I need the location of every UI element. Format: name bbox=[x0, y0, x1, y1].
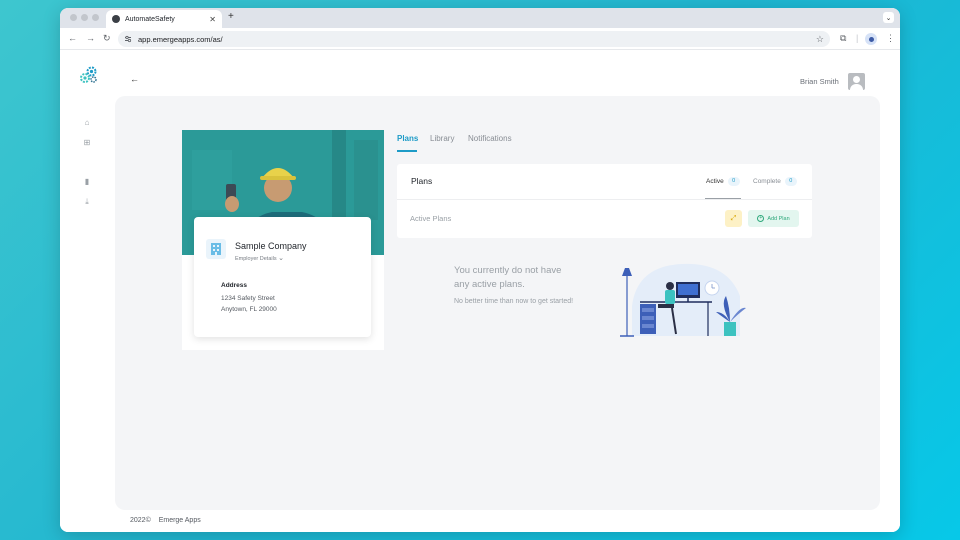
complete-count-badge: 0 bbox=[784, 177, 797, 186]
close-tab-icon[interactable]: ✕ bbox=[209, 15, 216, 24]
tab-title: AutomateSafety bbox=[125, 15, 175, 23]
footer-year: 2022© bbox=[130, 517, 151, 524]
empty-state-illustration bbox=[620, 263, 746, 337]
tab-library[interactable]: Library bbox=[430, 134, 454, 143]
company-card: Sample Company Employer Details ⌄ Addres… bbox=[182, 130, 384, 350]
tab-strip: AutomateSafety ✕ + ⌄ bbox=[60, 8, 900, 28]
dashboard-grid-icon[interactable]: ⊞ bbox=[82, 138, 92, 147]
globe-icon bbox=[112, 15, 120, 23]
status-tab-complete[interactable]: Complete 0 bbox=[753, 177, 797, 186]
active-plans-label: Active Plans bbox=[410, 214, 452, 223]
add-plan-button[interactable]: + Add Plan bbox=[748, 210, 799, 227]
active-count-badge: 0 bbox=[727, 177, 740, 186]
back-arrow-icon[interactable]: ← bbox=[130, 74, 139, 84]
browser-tab[interactable]: AutomateSafety ✕ bbox=[106, 10, 222, 28]
address-line-2: Anytown, FL 29000 bbox=[221, 306, 277, 313]
browser-window: AutomateSafety ✕ + ⌄ ← → ↻ app.emergeapp… bbox=[60, 8, 900, 532]
footer: 2022© Emerge Apps bbox=[130, 517, 207, 524]
new-tab-icon[interactable]: + bbox=[228, 11, 234, 22]
status-tab-active-label: Active bbox=[706, 178, 724, 185]
minimize-window-button[interactable] bbox=[81, 14, 88, 21]
tab-notifications[interactable]: Notifications bbox=[468, 134, 512, 143]
extensions-icon[interactable]: ⧉ bbox=[840, 33, 846, 44]
url-text: app.emergeapps.com/as/ bbox=[138, 34, 223, 44]
reload-icon[interactable]: ↻ bbox=[103, 33, 111, 44]
active-tab-indicator bbox=[397, 150, 417, 152]
company-name: Sample Company bbox=[235, 241, 307, 251]
expand-arrows-icon: ⤢ bbox=[730, 214, 737, 222]
browser-menu-icon[interactable]: ⋮ bbox=[886, 33, 895, 44]
employer-details-toggle[interactable]: Employer Details ⌄ bbox=[235, 254, 284, 262]
maximize-window-button[interactable] bbox=[92, 14, 99, 21]
browser-toolbar: ← → ↻ app.emergeapps.com/as/ ☆ ⧉ | ⋮ bbox=[60, 28, 900, 50]
address-bar[interactable]: app.emergeapps.com/as/ ☆ bbox=[118, 31, 830, 47]
site-settings-icon[interactable] bbox=[124, 35, 132, 43]
building-icon bbox=[206, 239, 226, 259]
main-panel: Sample Company Employer Details ⌄ Addres… bbox=[115, 96, 880, 510]
back-icon[interactable]: ← bbox=[68, 33, 77, 43]
empty-state-line-1: You currently do not have bbox=[454, 265, 562, 276]
window-controls bbox=[70, 14, 99, 21]
bookmark-icon[interactable]: ▮ bbox=[82, 177, 92, 186]
download-icon[interactable]: ⤓ bbox=[82, 197, 92, 207]
address-line-1: 1234 Safety Street bbox=[221, 295, 275, 302]
status-tab-active[interactable]: Active 0 bbox=[706, 177, 740, 186]
user-name[interactable]: Brian Smith bbox=[800, 77, 839, 86]
close-window-button[interactable] bbox=[70, 14, 77, 21]
bookmark-star-icon[interactable]: ☆ bbox=[816, 34, 824, 45]
empty-state-subtitle: No better time than now to get started! bbox=[454, 298, 574, 305]
app-root: ← ⌂ ⊞ ▮ ⤓ Brian Smith Sample Company Emp… bbox=[60, 50, 900, 532]
footer-brand[interactable]: Emerge Apps bbox=[159, 517, 201, 524]
employer-details-label: Employer Details bbox=[235, 256, 277, 262]
expand-button[interactable]: ⤢ bbox=[725, 210, 742, 227]
address-label: Address bbox=[221, 282, 248, 289]
profile-icon[interactable] bbox=[865, 33, 877, 45]
app-logo-gears-icon[interactable] bbox=[80, 66, 98, 84]
tab-search-icon[interactable]: ⌄ bbox=[883, 12, 894, 23]
plus-circle-icon: + bbox=[757, 215, 765, 222]
tab-plans[interactable]: Plans bbox=[397, 134, 418, 143]
plans-card-title: Plans bbox=[411, 176, 433, 186]
company-info-card: Sample Company Employer Details ⌄ Addres… bbox=[194, 217, 371, 337]
forward-icon[interactable]: → bbox=[86, 33, 95, 43]
empty-state-line-2: any active plans. bbox=[454, 279, 525, 290]
plans-card-divider bbox=[397, 199, 812, 200]
avatar[interactable] bbox=[848, 73, 865, 90]
toolbar-divider: | bbox=[856, 33, 859, 43]
add-plan-label: Add Plan bbox=[767, 215, 790, 222]
status-tab-complete-label: Complete bbox=[753, 178, 781, 185]
home-icon[interactable]: ⌂ bbox=[82, 118, 92, 127]
plans-card: Plans Active 0 Complete 0 Active Plans ⤢… bbox=[397, 164, 812, 238]
empty-state-title: You currently do not have any active pla… bbox=[454, 264, 584, 292]
chevron-down-icon: ⌄ bbox=[278, 255, 284, 262]
